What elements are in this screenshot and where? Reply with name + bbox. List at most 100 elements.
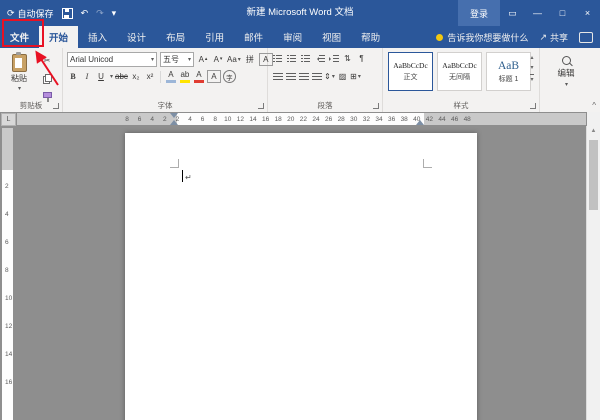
tell-me-box[interactable]: 告诉我你想要做什么 xyxy=(436,31,528,44)
scrollbar-thumb[interactable] xyxy=(589,140,598,210)
scroll-up-button[interactable]: ▲ xyxy=(587,128,600,134)
tab-审阅[interactable]: 审阅 xyxy=(273,26,312,48)
styles-dialog-launcher[interactable] xyxy=(530,103,536,109)
justify-button[interactable] xyxy=(311,70,322,83)
align-right-button[interactable] xyxy=(298,70,309,83)
h-ruler-number: 34 xyxy=(375,116,382,123)
v-ruler[interactable]: 246810121416 xyxy=(2,128,13,420)
line-spacing-button[interactable]: ⇕▾ xyxy=(324,70,335,83)
editing-group: 编辑 ▾ xyxy=(540,48,592,112)
sign-in-button[interactable]: 登录 xyxy=(458,0,500,26)
text-effects-swatch xyxy=(166,80,176,83)
document-area: 246810121416 ↵ ▲ xyxy=(0,126,600,420)
style-card-正文[interactable]: AaBbCcDc正文 xyxy=(388,52,433,91)
align-left-button[interactable] xyxy=(272,70,283,83)
paragraph-group-label: 段落 xyxy=(268,100,382,111)
clipboard-group: 粘贴 ▾ ✂ 剪贴板 xyxy=(0,48,63,112)
editing-button[interactable]: 编辑 ▾ xyxy=(540,56,592,88)
increase-indent-button[interactable] xyxy=(328,52,339,65)
strikethrough-button[interactable]: abc xyxy=(115,70,128,83)
style-gallery-more-button[interactable]: ▾ xyxy=(530,74,533,83)
numbering-button[interactable] xyxy=(286,52,297,65)
increase-indent-icon xyxy=(329,55,339,63)
tab-邮件[interactable]: 邮件 xyxy=(234,26,273,48)
tab-帮助[interactable]: 帮助 xyxy=(351,26,390,48)
clipboard-dialog-launcher[interactable] xyxy=(53,103,59,109)
borders-button[interactable]: ⊞▾ xyxy=(350,70,361,83)
shrink-font-button[interactable]: A▾ xyxy=(212,53,224,66)
h-ruler-number: 2 xyxy=(176,116,180,123)
ruler-row: L 86422468101214161820222426283032343638… xyxy=(0,112,600,126)
h-ruler-number: 20 xyxy=(287,116,294,123)
font-dialog-launcher[interactable] xyxy=(258,103,264,109)
paste-button[interactable]: 粘贴 ▾ xyxy=(3,52,35,92)
tab-selector[interactable]: L xyxy=(1,113,16,126)
h-ruler-number: 10 xyxy=(224,116,231,123)
font-color-button[interactable]: A xyxy=(193,70,205,83)
h-ruler-number: 6 xyxy=(201,116,205,123)
chevron-down-icon: ▾ xyxy=(18,85,21,92)
superscript-button[interactable]: x² xyxy=(144,70,156,83)
bullets-button[interactable] xyxy=(272,52,283,65)
bold-button[interactable]: B xyxy=(67,70,79,83)
shading-button[interactable]: ▨ xyxy=(337,70,348,83)
collapse-ribbon-button[interactable]: ^ xyxy=(592,101,596,110)
show-hide-marks-button[interactable]: ¶ xyxy=(356,52,367,65)
highlight-color-button[interactable]: ab xyxy=(179,70,191,83)
grow-font-button[interactable]: A▴ xyxy=(197,53,209,66)
document-page[interactable]: ↵ xyxy=(125,133,477,420)
sort-button[interactable]: ⇅ xyxy=(342,52,353,65)
style-card-标题 1[interactable]: AaB标题 1 xyxy=(486,52,531,91)
share-button[interactable]: ↗ 共享 xyxy=(539,31,568,44)
h-ruler[interactable]: 8642246810121416182022242628303234363840… xyxy=(17,113,586,125)
tab-file[interactable]: 文件 xyxy=(0,26,39,48)
tab-插入[interactable]: 插入 xyxy=(78,26,117,48)
save-button[interactable] xyxy=(62,8,73,19)
italic-button[interactable]: I xyxy=(81,70,93,83)
change-case-button[interactable]: Aa▾ xyxy=(227,53,241,66)
enclose-characters-button[interactable]: 字 xyxy=(223,70,236,83)
underline-button[interactable]: U xyxy=(95,70,107,83)
decrease-indent-button[interactable] xyxy=(314,52,325,65)
style-card-无间隔[interactable]: AaBbCcDc无间隔 xyxy=(437,52,482,91)
comments-icon[interactable] xyxy=(579,32,593,43)
tab-引用[interactable]: 引用 xyxy=(195,26,234,48)
chevron-down-icon[interactable]: ▾ xyxy=(110,73,113,80)
copy-button[interactable] xyxy=(41,72,53,85)
multilevel-list-button[interactable] xyxy=(300,52,311,65)
style-preview: AaBbCcDc xyxy=(393,61,428,70)
close-button[interactable]: × xyxy=(575,0,600,26)
font-size-select[interactable]: 五号 ▾ xyxy=(160,52,194,67)
style-scroll-down-button[interactable]: ▾ xyxy=(530,64,533,71)
paragraph-dialog-launcher[interactable] xyxy=(373,103,379,109)
v-ruler-number: 10 xyxy=(5,295,12,302)
phonetic-guide-button[interactable]: 拼 xyxy=(244,53,256,66)
grow-font-glyph: A xyxy=(199,56,204,64)
cut-button[interactable]: ✂ xyxy=(41,54,53,67)
autosave-toggle[interactable]: ⟳ 自动保存 xyxy=(7,7,54,20)
styles-group: AaBbCcDc正文AaBbCcDc无间隔AaB标题 1 ▴ ▾ ▾ 样式 xyxy=(383,48,540,112)
h-ruler-number: 6 xyxy=(138,116,142,123)
style-name: 无间隔 xyxy=(449,72,470,82)
redo-button[interactable]: ↷ xyxy=(96,8,104,19)
tab-布局[interactable]: 布局 xyxy=(156,26,195,48)
ribbon-display-options-button[interactable]: ▭ xyxy=(500,0,525,26)
paste-label: 粘贴 xyxy=(11,73,27,84)
maximize-button[interactable]: □ xyxy=(550,0,575,26)
style-scroll-up-button[interactable]: ▴ xyxy=(530,54,533,61)
tab-视图[interactable]: 视图 xyxy=(312,26,351,48)
vertical-scrollbar[interactable]: ▲ xyxy=(586,126,600,420)
minimize-button[interactable]: — xyxy=(525,0,550,26)
text-effects-button[interactable]: A xyxy=(165,70,177,83)
qat-customize-button[interactable]: ▾ xyxy=(112,8,117,19)
tab-开始[interactable]: 开始 xyxy=(39,26,78,48)
font-name-select[interactable]: Arial Unicod ▾ xyxy=(67,52,157,67)
line-spacing-icon: ⇕ xyxy=(324,73,331,81)
character-shading-button[interactable]: A xyxy=(207,70,221,83)
subscript-button[interactable]: x₂ xyxy=(130,70,142,83)
tab-设计[interactable]: 设计 xyxy=(117,26,156,48)
v-ruler-number: 14 xyxy=(5,351,12,358)
undo-button[interactable]: ↶ xyxy=(81,8,89,19)
align-center-button[interactable] xyxy=(285,70,296,83)
paragraph-group: ⇅ ¶ ⇕▾ ▨ ⊞▾ 段落 xyxy=(268,48,383,112)
